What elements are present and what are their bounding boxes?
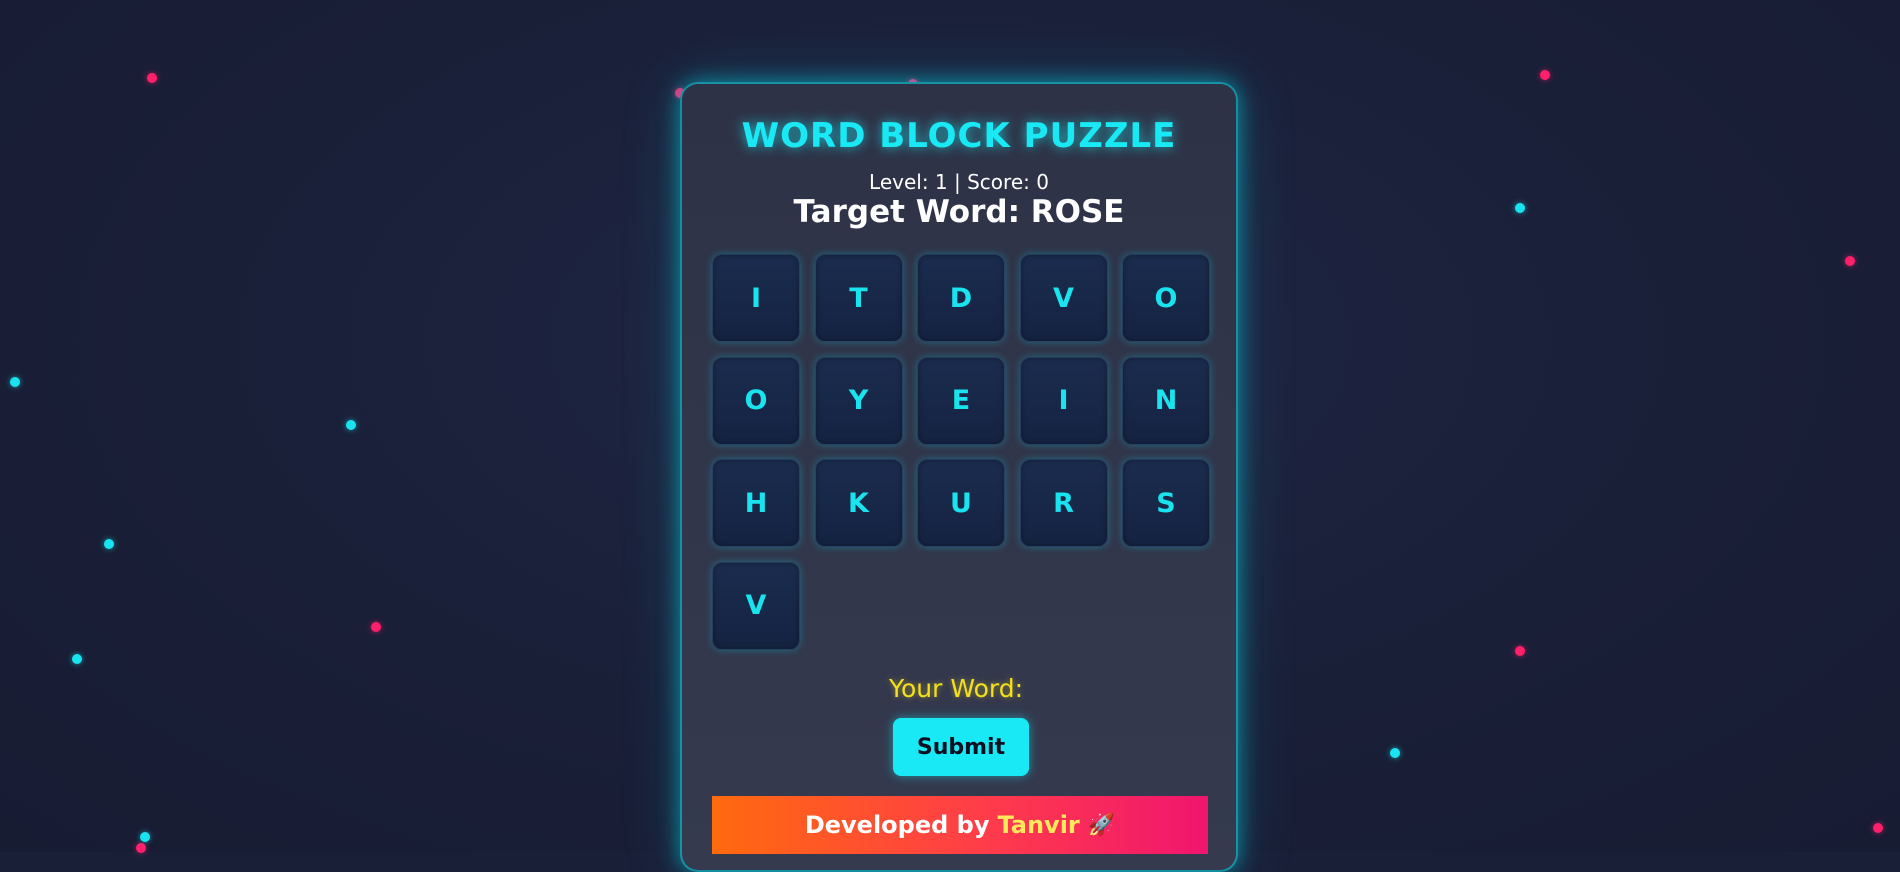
target-word: Target Word: ROSE — [793, 194, 1125, 230]
particle — [147, 73, 157, 83]
level-score: Level: 1 | Score: 0 — [869, 170, 1049, 194]
letter-block[interactable]: T — [814, 254, 903, 342]
letter-block[interactable]: K — [814, 459, 903, 547]
letter-block[interactable]: V — [712, 561, 800, 650]
particle — [1845, 256, 1855, 266]
letter-block[interactable]: Y — [814, 356, 903, 445]
letter-block[interactable]: V — [1019, 254, 1108, 342]
letter-block[interactable]: O — [1122, 254, 1210, 342]
particle — [140, 832, 150, 842]
credit-prefix: Developed by — [804, 811, 990, 839]
your-word-label: Your Word: — [889, 674, 1023, 703]
particle — [1873, 823, 1883, 833]
letter-block[interactable]: I — [712, 254, 800, 342]
developer-credit-banner: Developed by Tanvir 🚀 — [712, 796, 1208, 854]
particle — [1390, 748, 1400, 758]
rocket-icon: 🚀 — [1087, 812, 1116, 838]
submit-button[interactable]: Submit — [893, 718, 1029, 776]
letter-block[interactable]: O — [712, 356, 800, 445]
particle — [10, 377, 20, 387]
letter-block[interactable]: D — [917, 254, 1005, 342]
particle — [1540, 70, 1550, 80]
your-word-display: Your Word: — [682, 674, 1236, 703]
game-title: WORD BLOCK PUZZLE — [741, 116, 1177, 156]
credit-author: Tanvir — [997, 811, 1080, 839]
letter-block[interactable]: S — [1122, 459, 1210, 547]
particle — [72, 654, 82, 664]
letter-block[interactable]: H — [712, 459, 800, 547]
particle — [1515, 203, 1525, 213]
particle — [1515, 646, 1525, 656]
letter-block[interactable]: N — [1122, 356, 1210, 445]
letter-block[interactable]: R — [1019, 459, 1108, 547]
game-card: WORD BLOCK PUZZLE Level: 1 | Score: 0 Ta… — [680, 82, 1238, 872]
letter-block[interactable]: U — [917, 459, 1005, 547]
particle — [346, 420, 356, 430]
letter-block[interactable]: I — [1019, 356, 1108, 445]
letter-grid: I T D V O O Y E I N H K U R S V — [712, 254, 1210, 650]
particle — [104, 539, 114, 549]
letter-block[interactable]: E — [917, 356, 1005, 445]
particle — [371, 622, 381, 632]
